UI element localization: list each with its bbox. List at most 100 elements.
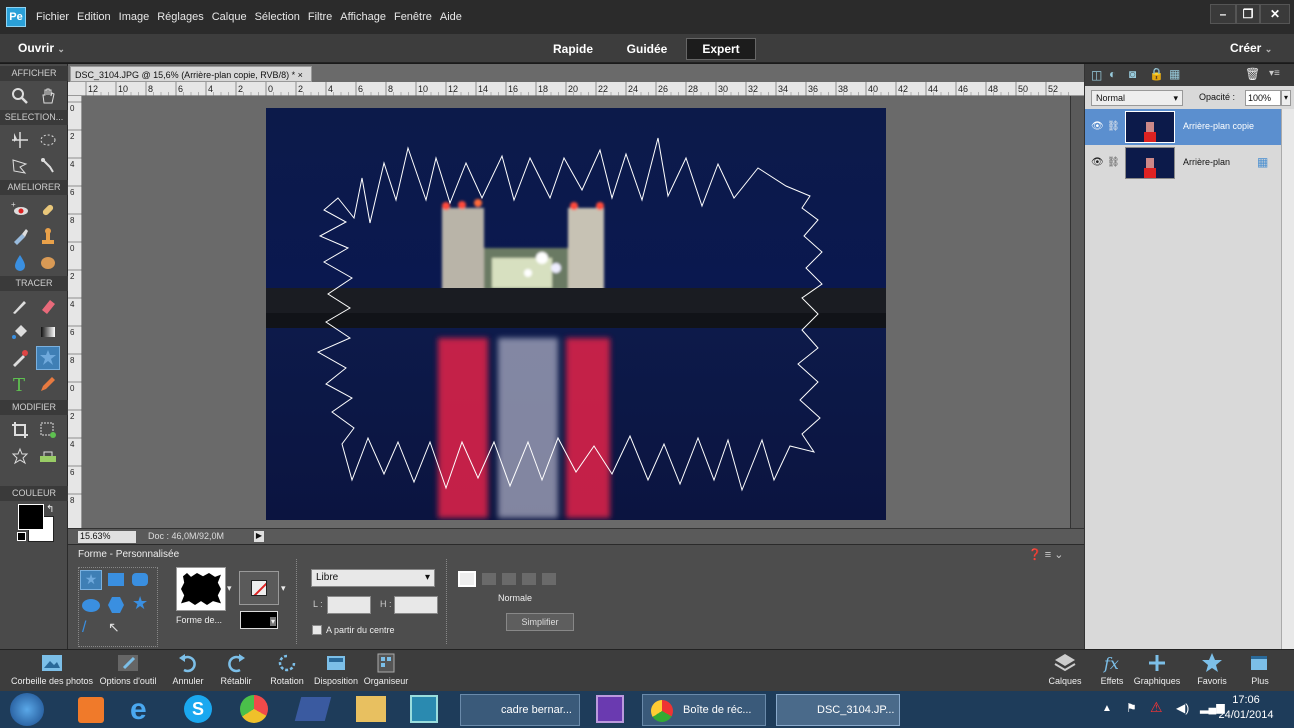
- favorites-button[interactable]: Favoris: [1192, 652, 1232, 686]
- link-icon[interactable]: ⛓: [1107, 121, 1120, 132]
- skype-icon[interactable]: S: [184, 695, 212, 723]
- crop-tool-icon[interactable]: [8, 418, 32, 442]
- layer-row-copie[interactable]: 👁 ⛓ Arrière-plan copie: [1085, 109, 1281, 145]
- status-menu-arrow-icon[interactable]: ▶: [254, 531, 264, 542]
- clone-stamp-icon[interactable]: [36, 224, 60, 248]
- organizer-taskbar-icon[interactable]: [596, 695, 624, 723]
- taskbar-item-dsc[interactable]: DSC_3104.JP...: [776, 694, 900, 726]
- star-shape-icon[interactable]: ★: [132, 593, 148, 614]
- adjustment-layer-icon[interactable]: ◐: [1109, 67, 1116, 81]
- rotation-button[interactable]: Rotation: [264, 652, 310, 686]
- custom-shape-option-icon[interactable]: ★: [80, 570, 102, 590]
- menu-reglages[interactable]: Réglages: [157, 11, 203, 23]
- spot-healing-icon[interactable]: [36, 198, 60, 222]
- book-icon[interactable]: [294, 697, 332, 721]
- blend-mode-select[interactable]: Normal ▾: [1091, 90, 1183, 106]
- color-dropdown-arrow-icon[interactable]: ▾: [270, 617, 277, 626]
- menu-selection[interactable]: Sélection: [255, 11, 300, 23]
- brush-tool-icon[interactable]: [8, 294, 32, 318]
- from-center-checkbox[interactable]: [312, 625, 322, 635]
- taskbar-app-icon[interactable]: [78, 697, 104, 723]
- vertical-scrollbar[interactable]: [1070, 96, 1084, 528]
- shape-mode-exclude-icon[interactable]: [542, 573, 556, 585]
- redo-button[interactable]: Rétablir: [214, 652, 258, 686]
- custom-shape-tool-icon[interactable]: [36, 346, 60, 370]
- rounded-rect-shape-icon[interactable]: [132, 573, 148, 586]
- explorer-icon[interactable]: [356, 696, 386, 722]
- height-input[interactable]: [394, 596, 438, 614]
- create-button[interactable]: Créer ⌄: [1230, 41, 1272, 55]
- line-shape-icon[interactable]: /: [82, 619, 86, 637]
- simplify-button[interactable]: Simplifier: [506, 613, 574, 631]
- layers-button[interactable]: Calques: [1040, 652, 1090, 686]
- shape-mode-new-icon[interactable]: [458, 571, 476, 587]
- lasso-tool-icon[interactable]: [8, 154, 32, 178]
- opacity-input[interactable]: 100%: [1245, 90, 1281, 106]
- pencil-tool-icon[interactable]: [36, 372, 60, 396]
- tab-rapide[interactable]: Rapide: [543, 38, 603, 60]
- taskbar-item-boite[interactable]: Boîte de réc...: [642, 694, 766, 726]
- taskbar-item-cadre[interactable]: cadre bernar...: [460, 694, 580, 726]
- picasa-icon[interactable]: [240, 695, 268, 723]
- image-canvas[interactable]: [266, 108, 886, 520]
- shape-dropdown-arrow-icon[interactable]: ▾: [227, 583, 232, 594]
- photo-bin-button[interactable]: Corbeille des photos: [4, 652, 100, 686]
- menu-calque[interactable]: Calque: [212, 11, 247, 23]
- menu-affichage[interactable]: Affichage: [340, 11, 386, 23]
- layout-button[interactable]: Disposition: [310, 652, 362, 686]
- zoom-level-field[interactable]: 15.63%: [78, 531, 136, 543]
- paint-bucket-icon[interactable]: [8, 320, 32, 344]
- color-picker-icon[interactable]: [8, 346, 32, 370]
- photoshop-elements-icon[interactable]: [410, 695, 438, 723]
- geometry-mode-select[interactable]: Libre ▾: [311, 569, 435, 587]
- straighten-tool-icon[interactable]: [36, 444, 60, 468]
- gradient-tool-icon[interactable]: [36, 320, 60, 344]
- red-eye-icon[interactable]: +: [8, 198, 32, 222]
- link-icon[interactable]: ⛓: [1107, 157, 1120, 168]
- menu-fenetre[interactable]: Fenêtre: [394, 11, 432, 23]
- flag-icon[interactable]: ⚑: [1126, 701, 1137, 715]
- layers-scrollbar[interactable]: [1281, 109, 1294, 649]
- ellipse-marquee-icon[interactable]: [36, 128, 60, 152]
- menu-fichier[interactable]: Fichier: [36, 11, 69, 23]
- opacity-dropdown-arrow-icon[interactable]: ▾: [1281, 90, 1291, 106]
- ie-icon[interactable]: e: [130, 694, 162, 726]
- smart-brush-icon[interactable]: [8, 224, 32, 248]
- trash-icon[interactable]: 🗑: [1245, 67, 1260, 81]
- quick-selection-icon[interactable]: [36, 154, 60, 178]
- shape-mode-add-icon[interactable]: [482, 573, 496, 585]
- style-dropdown-arrow-icon[interactable]: ▾: [281, 583, 286, 594]
- menu-aide[interactable]: Aide: [440, 11, 462, 23]
- clock-time[interactable]: 17:06: [1224, 694, 1268, 706]
- text-tool-icon[interactable]: T: [8, 372, 32, 396]
- volume-icon[interactable]: ◀): [1176, 701, 1189, 715]
- ellipse-shape-icon[interactable]: [82, 599, 100, 612]
- default-colors-icon[interactable]: [17, 532, 26, 541]
- blur-tool-icon[interactable]: [8, 250, 32, 274]
- foreground-color-swatch[interactable]: [18, 504, 44, 530]
- style-picker-button[interactable]: [239, 571, 279, 605]
- undo-button[interactable]: Annuler: [166, 652, 210, 686]
- rectangle-shape-icon[interactable]: [108, 573, 124, 586]
- options-help-icon[interactable]: ❓ ≡ ⌄: [1028, 548, 1063, 561]
- new-layer-icon[interactable]: ◫: [1091, 68, 1102, 82]
- graphics-button[interactable]: Graphiques: [1124, 652, 1190, 686]
- eraser-tool-icon[interactable]: [36, 294, 60, 318]
- zoom-tool-icon[interactable]: [8, 84, 32, 108]
- recompose-tool-icon[interactable]: [36, 418, 60, 442]
- sponge-tool-icon[interactable]: [36, 250, 60, 274]
- layer-mask-icon[interactable]: ◙: [1129, 67, 1136, 81]
- menu-edition[interactable]: Edition: [77, 11, 111, 23]
- start-button-icon[interactable]: [10, 693, 44, 726]
- tool-options-button[interactable]: Options d'outil: [96, 652, 160, 686]
- visibility-eye-icon[interactable]: 👁: [1091, 157, 1104, 168]
- tray-up-arrow-icon[interactable]: ▲: [1102, 703, 1112, 714]
- shape-selection-icon[interactable]: ↖: [108, 619, 120, 636]
- lock-icon[interactable]: 🔒: [1149, 67, 1164, 81]
- alert-icon[interactable]: ⚠: [1150, 699, 1163, 716]
- visibility-eye-icon[interactable]: 👁: [1091, 121, 1104, 132]
- shape-mode-subtract-icon[interactable]: [502, 573, 516, 585]
- tab-guidee[interactable]: Guidée: [614, 38, 680, 60]
- tab-expert[interactable]: Expert: [686, 38, 756, 60]
- more-button[interactable]: Plus: [1240, 652, 1280, 686]
